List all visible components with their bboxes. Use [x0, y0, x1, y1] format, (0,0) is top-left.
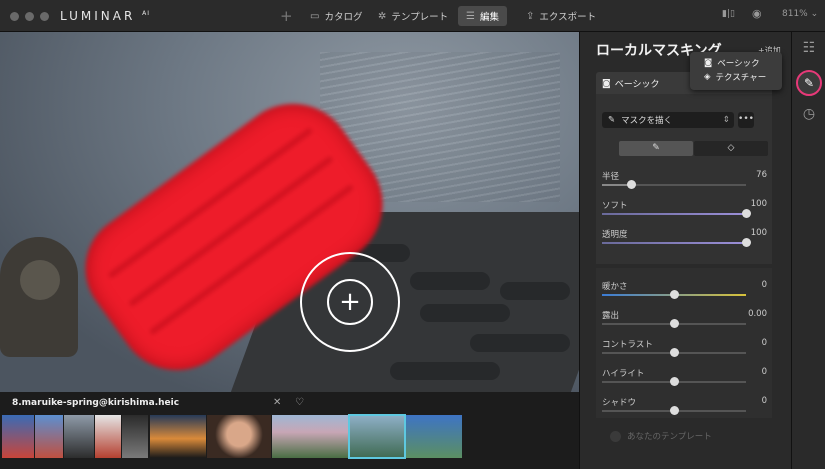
layers-icon: ◈: [704, 72, 711, 82]
compare-icon[interactable]: ▮|▯: [722, 9, 735, 19]
tool-strip: ☷ ✎ ◷: [791, 32, 825, 469]
template-row[interactable]: あなたのテンプレート: [596, 424, 772, 448]
share-icon: ⇪: [526, 10, 535, 22]
slider-value: 0: [761, 338, 767, 348]
sliders-icon: ☰: [466, 10, 475, 22]
photo-canvas[interactable]: +: [0, 32, 579, 392]
tile: [470, 334, 570, 352]
slider-label: ハイライト: [602, 369, 645, 379]
slider-label: ソフト: [602, 201, 628, 211]
camera-icon: ◙: [704, 58, 713, 68]
popover-item-texture[interactable]: ◈ テクスチャー: [704, 70, 782, 84]
title-bar: LUMINAR AI + ▭ カタログ ✲ テンプレート ☰ 編集 ⇪ エクスポ…: [0, 0, 825, 32]
slider-knob[interactable]: [742, 238, 751, 247]
mask-shade: [107, 127, 314, 279]
templates-tab[interactable]: ✲ テンプレート: [370, 6, 456, 26]
file-name: 8.maruike-spring@kirishima.heic: [12, 398, 180, 408]
slider-value: 0: [761, 280, 767, 290]
close-icon[interactable]: ✕: [273, 397, 281, 408]
slider-track[interactable]: [602, 180, 746, 189]
slider-label: 透明度: [602, 230, 628, 240]
slider-value: 0: [761, 396, 767, 406]
export-tab[interactable]: ⇪ エクスポート: [518, 6, 604, 26]
brush-mode-select[interactable]: ✎ マスクを描く ⇕: [602, 112, 734, 128]
thumbnail[interactable]: [150, 415, 206, 458]
slider-value: 0.00: [748, 309, 767, 319]
slider-value: 76: [756, 170, 767, 180]
thumbnail[interactable]: [406, 415, 462, 458]
brush-icon: ✎: [652, 143, 660, 153]
eraser-icon: ◇: [727, 143, 735, 153]
more-button[interactable]: •••: [738, 112, 754, 128]
slider-track[interactable]: [602, 238, 751, 247]
chevron-icon: ⇕: [722, 115, 730, 125]
slider-track[interactable]: [602, 209, 751, 218]
tile: [500, 282, 570, 300]
sparkle-icon: ✲: [378, 10, 387, 22]
thumbnail-selected[interactable]: [348, 414, 406, 459]
tile: [420, 304, 510, 322]
slider-track[interactable]: [602, 348, 746, 357]
popover-item-basic[interactable]: ◙ ベーシック: [704, 56, 782, 70]
add-photos-button[interactable]: +: [280, 7, 293, 25]
eye-icon[interactable]: ◉: [752, 7, 762, 20]
app-logo: LUMINAR AI: [60, 9, 150, 23]
thumbnail[interactable]: [207, 415, 271, 458]
slider-knob[interactable]: [670, 290, 679, 299]
slider-track[interactable]: [602, 319, 746, 328]
ornament-top: [20, 260, 60, 300]
slider-track[interactable]: [602, 377, 746, 386]
slider-value: 0: [761, 367, 767, 377]
slider-knob[interactable]: [670, 348, 679, 357]
history-icon[interactable]: ◷: [792, 106, 825, 122]
eraser-tool-button[interactable]: ◇: [694, 141, 768, 156]
edit-tab[interactable]: ☰ 編集: [458, 6, 507, 26]
slider-label: 半径: [602, 172, 620, 182]
slider-value: 100: [750, 199, 767, 209]
sliders-icon[interactable]: ☷: [792, 40, 825, 56]
template-toggle[interactable]: [610, 430, 621, 442]
tile: [410, 272, 490, 290]
heart-icon[interactable]: ♡: [295, 397, 304, 408]
brush-tool-button[interactable]: ✎: [619, 141, 693, 156]
camera-icon: ◙: [602, 78, 611, 89]
thumbnail[interactable]: [122, 415, 148, 458]
slider-label: シャドウ: [602, 398, 637, 408]
slider-knob[interactable]: [670, 319, 679, 328]
thumbnail[interactable]: [95, 415, 121, 458]
brush-icon[interactable]: ✎: [796, 70, 822, 96]
tile: [390, 362, 500, 380]
zoom-level[interactable]: 811% ⌄: [782, 9, 818, 19]
thumbnail[interactable]: [2, 415, 34, 458]
folder-icon: ▭: [310, 10, 320, 22]
zoom-window-button[interactable]: [40, 12, 49, 21]
slider-label: コントラスト: [602, 340, 653, 350]
slider-label: 露出: [602, 311, 620, 321]
close-window-button[interactable]: [10, 12, 19, 21]
slider-label: 暖かさ: [602, 282, 628, 292]
thumbnail[interactable]: [35, 415, 63, 458]
slider-knob[interactable]: [742, 209, 751, 218]
catalog-tab[interactable]: ▭ カタログ: [302, 6, 370, 26]
plus-icon: +: [339, 287, 361, 317]
slider-knob[interactable]: [670, 377, 679, 386]
mask-type-popover: ◙ ベーシック ◈ テクスチャー: [690, 52, 782, 90]
slider-track[interactable]: [602, 290, 746, 299]
tab-basic[interactable]: ◙ ベーシック: [602, 77, 660, 91]
slider-fill: [602, 242, 746, 244]
brush-icon: ✎: [608, 115, 616, 125]
slider-fill: [602, 213, 746, 215]
slider-track[interactable]: [602, 406, 746, 415]
local-masking-panel: ローカルマスキング +追加 ◙ ベーシック ✎ マスクを描く ⇕ ••• ✎ ◇…: [579, 32, 791, 469]
thumbnail[interactable]: [64, 415, 94, 458]
filmstrip: 8.maruike-spring@kirishima.heic ✕ ♡: [0, 392, 579, 469]
thumbnail[interactable]: [272, 415, 348, 458]
minimize-window-button[interactable]: [25, 12, 34, 21]
slider-knob[interactable]: [670, 406, 679, 415]
slider-knob[interactable]: [626, 180, 636, 189]
slider-value: 100: [750, 228, 767, 238]
